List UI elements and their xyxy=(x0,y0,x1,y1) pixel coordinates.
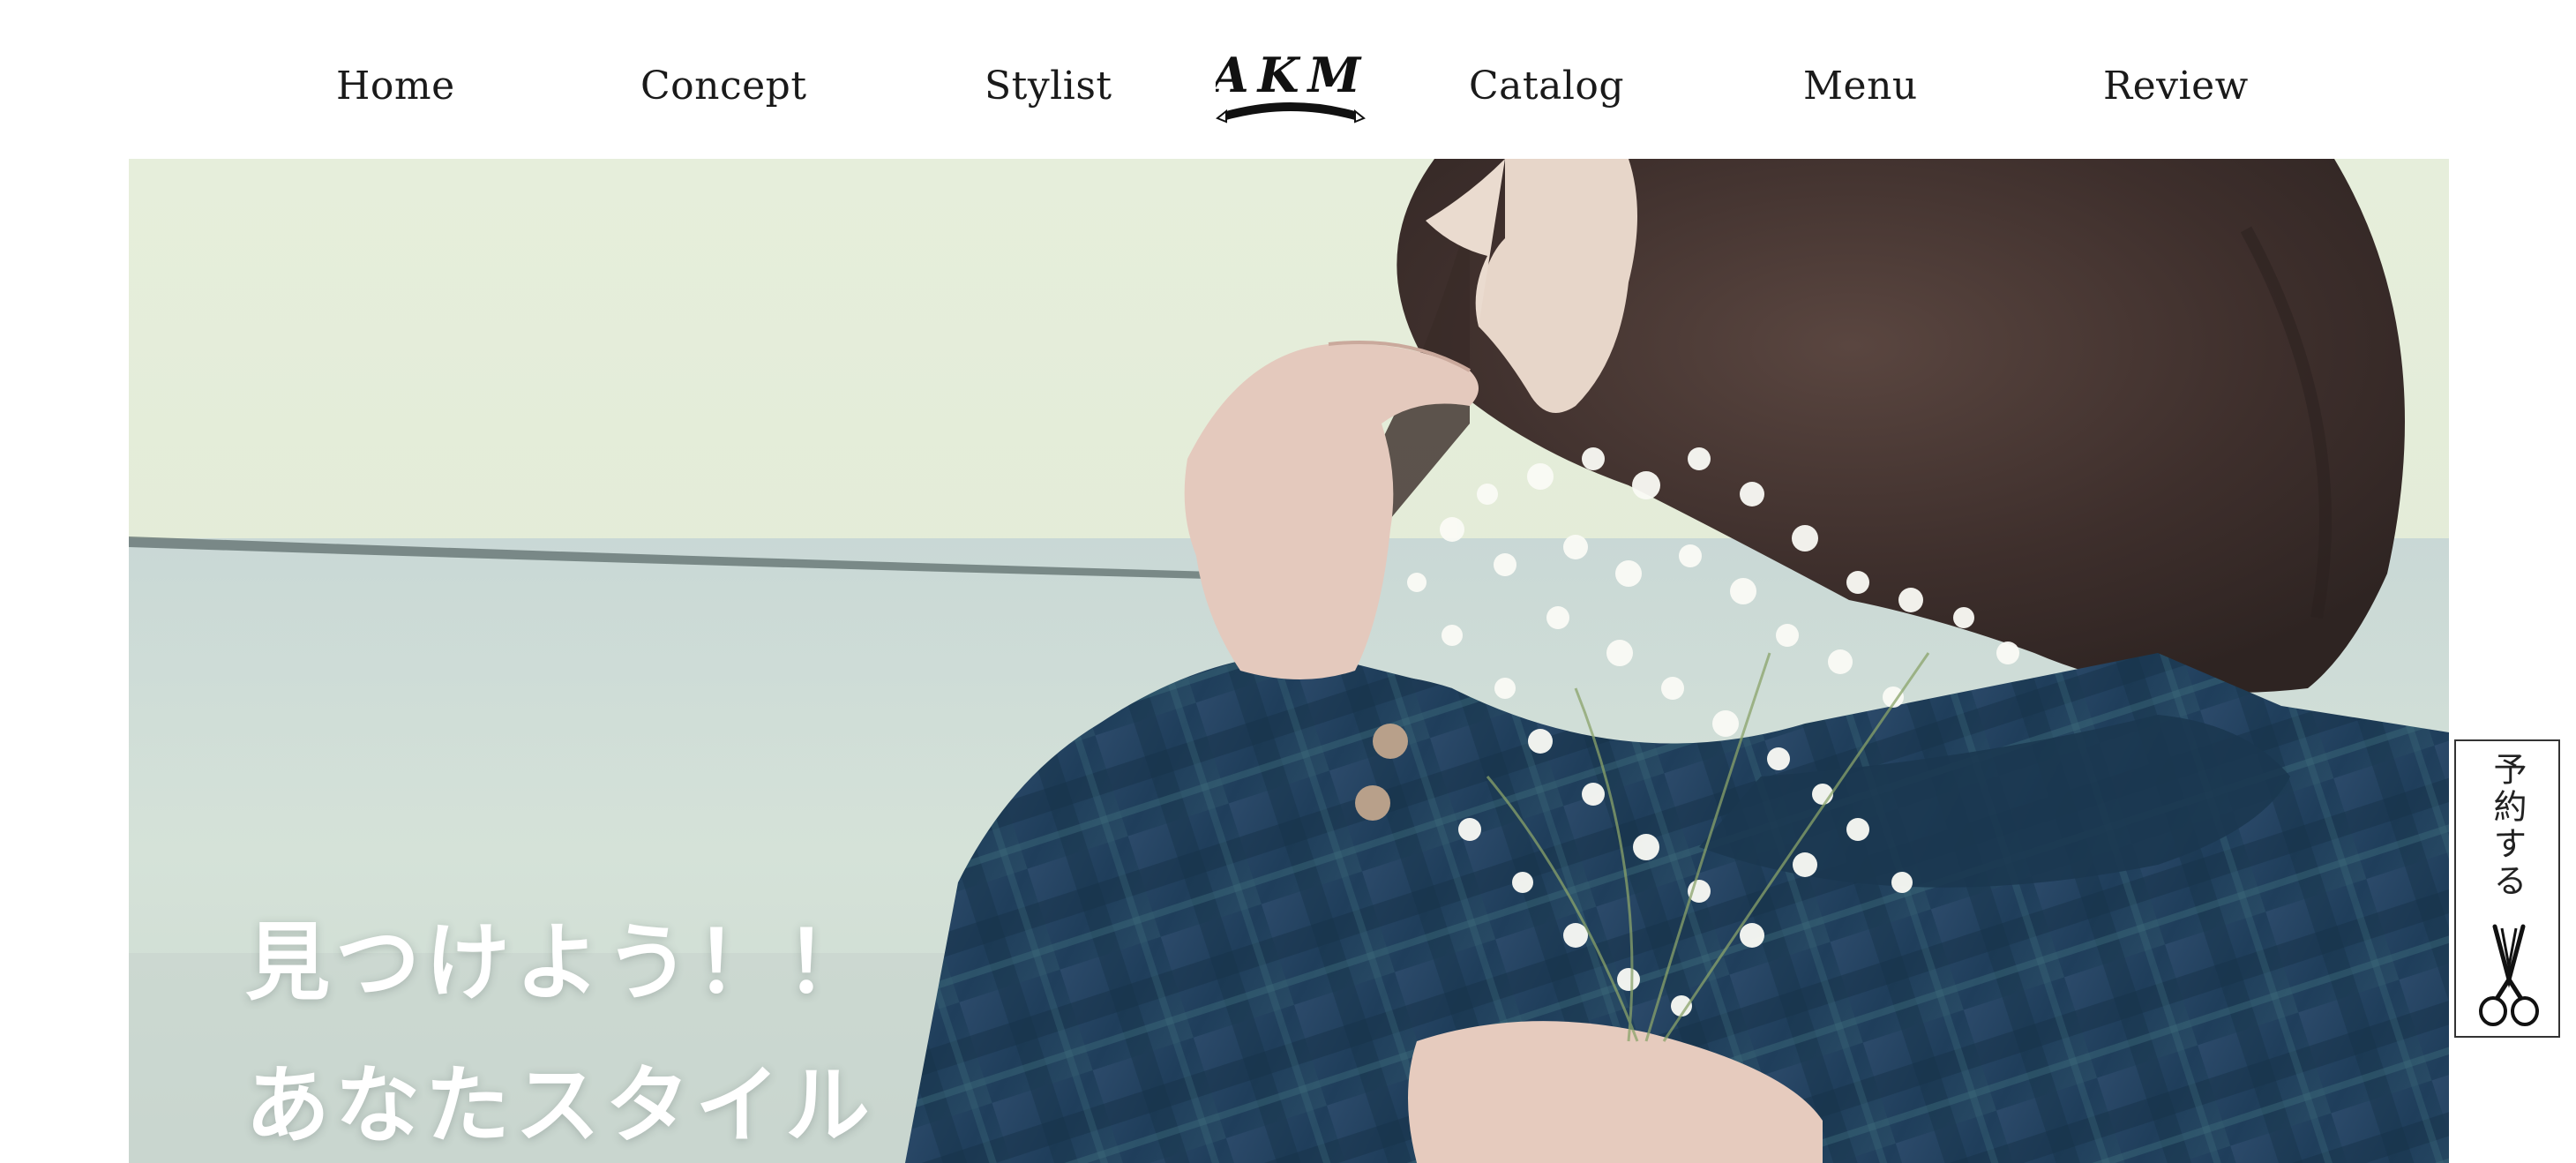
main-navigation: Home Concept Stylist AKM Catalog Menu Re… xyxy=(0,0,2576,159)
reserve-label: 予約する xyxy=(2488,752,2527,900)
hero-heading-line-2: あなたスタイル xyxy=(245,1056,875,1155)
nav-review-link[interactable]: Review xyxy=(2103,64,2249,109)
hero-heading: 見つけよう！！ あなたスタイル xyxy=(245,891,875,1163)
nav-menu-link[interactable]: Menu xyxy=(1803,64,1918,109)
logo[interactable]: AKM xyxy=(1208,47,1366,127)
nav-catalog-link[interactable]: Catalog xyxy=(1469,64,1624,109)
hero-section: 見つけよう！！ あなたスタイル xyxy=(129,159,2449,1163)
hero-heading-line-1: 見つけよう！！ xyxy=(245,913,875,1012)
logo-mark: AKM xyxy=(1208,47,1366,124)
nav-stylist-link[interactable]: Stylist xyxy=(985,64,1112,109)
reserve-button[interactable]: 予約する xyxy=(2454,739,2560,1038)
nav-home-link[interactable]: Home xyxy=(336,64,455,109)
nav-concept-link[interactable]: Concept xyxy=(640,64,807,109)
logo-text: AKM xyxy=(1216,48,1366,103)
scissors-icon xyxy=(2479,924,2539,1026)
